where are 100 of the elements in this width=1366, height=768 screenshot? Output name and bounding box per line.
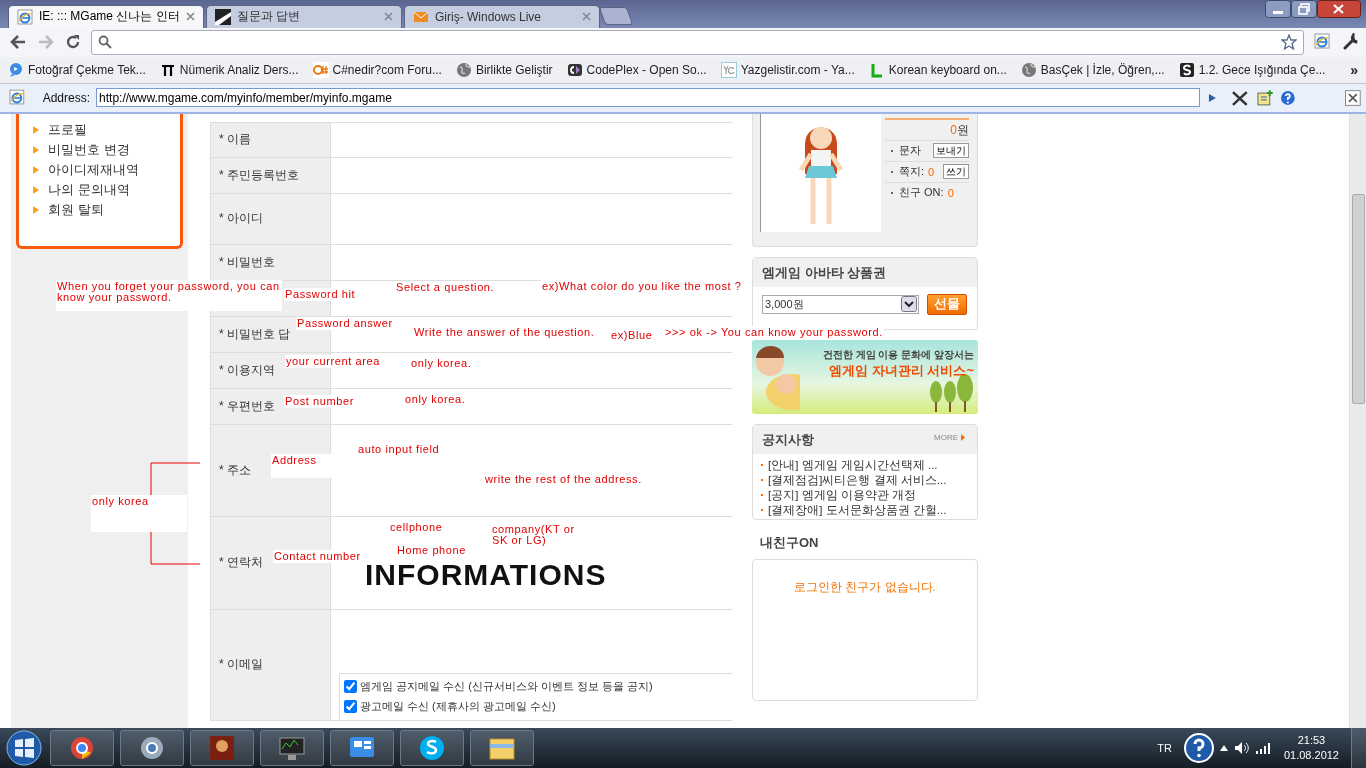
close-icon[interactable] (1345, 89, 1361, 106)
profile-label: 친구 ON: (899, 185, 944, 201)
bookmark-icon (1178, 61, 1195, 78)
close-icon[interactable] (1317, 0, 1361, 18)
annotation-note: When you forget your password, you can know your password. (56, 279, 282, 311)
bookmark[interactable]: Fotoğraf Çekme Tek... (8, 61, 146, 78)
browser-tab[interactable]: 질문과 답변 (206, 4, 402, 28)
panel-title: 공지사항 (762, 430, 814, 449)
stripe-logo-icon (215, 8, 231, 25)
scrollbar-thumb[interactable] (1352, 193, 1365, 404)
taskbar-button[interactable] (400, 730, 464, 766)
start-button-icon[interactable] (4, 728, 44, 768)
profile-label: 문자 (899, 143, 921, 159)
bookmark[interactable]: Birlikte Geliştir (455, 61, 553, 78)
bullet-icon (33, 145, 39, 154)
scrollbar[interactable] (1349, 113, 1366, 728)
menu-link[interactable]: 회원 탈퇴 (33, 199, 180, 220)
action-button[interactable]: 쓰기 (943, 164, 969, 180)
bookmark[interactable]: CodePlex - Open So... (566, 61, 707, 78)
promo-title: 엠게임 자녀관리 서비스~ (828, 361, 974, 380)
menu-link[interactable]: 나의 문의내역 (33, 179, 180, 200)
notice-link[interactable]: [결제점검]씨티은행 결제 서비스... (761, 472, 977, 488)
bookmark-icon (720, 61, 737, 78)
count: 0 (928, 165, 935, 178)
taskbar-button[interactable] (470, 730, 534, 766)
tools-icon[interactable] (1230, 88, 1250, 107)
section-title: 내친구ON (760, 533, 820, 552)
reload-icon[interactable] (65, 34, 81, 51)
bookmark-icon (312, 61, 329, 78)
help-icon[interactable] (1183, 733, 1214, 763)
notice-link[interactable]: [공지] 엠게임 이용약관 개정 (761, 487, 977, 503)
taskbar-button[interactable] (120, 730, 184, 766)
bookmark-icon (566, 61, 583, 78)
notice-link[interactable]: [안내] 엠게임 게임시간선택제 ... (761, 457, 977, 473)
signal-bars-icon[interactable] (1255, 742, 1272, 754)
field-label: * 주민등록번호 (219, 166, 299, 184)
bookmark[interactable]: 1.2. Gece Işığında Çe... (1178, 61, 1326, 78)
taskbar-button[interactable] (50, 730, 114, 766)
field-label: * 이름 (219, 131, 251, 149)
taskbar-button[interactable] (260, 730, 324, 766)
menu-link[interactable]: 비밀번호 변경 (33, 139, 180, 160)
bullet-icon (33, 185, 39, 194)
bullet-icon (33, 205, 39, 214)
bookmark-icon (455, 61, 472, 78)
browser-icon (9, 88, 27, 107)
browser-icon (17, 8, 33, 25)
browser-icon[interactable] (1314, 33, 1332, 52)
checkbox[interactable] (344, 680, 357, 694)
add-page-icon[interactable] (1255, 88, 1274, 107)
back-arrow-icon[interactable] (9, 34, 27, 51)
field-label: * 우편번호 (219, 397, 275, 415)
profile-label: 쪽지: (899, 164, 925, 180)
volume-icon[interactable] (1233, 741, 1250, 755)
panel-title: 엠게임 아바타 상품권 (753, 257, 977, 287)
tab-title: Giriş- Windows Live (435, 9, 543, 24)
empty-message: 로그인한 친구가 없습니다. (793, 579, 937, 595)
restore-icon[interactable] (1291, 0, 1317, 18)
menu-link[interactable]: 아이디제재내역 (33, 159, 180, 180)
caret-icon (961, 434, 965, 442)
bullet-icon (33, 125, 39, 134)
promo-tagline: 건전한 게임 이용 문화에 앞장서는 (821, 347, 974, 362)
checkbox[interactable] (344, 700, 357, 714)
taskbar-button[interactable] (330, 730, 394, 766)
new-tab-button[interactable] (598, 6, 634, 25)
field-label: * 비밀번호 (219, 253, 275, 271)
address-label: Address: (42, 90, 91, 105)
notice-link[interactable]: [결제장애] 도서문화상품권 간헐... (761, 502, 977, 518)
show-desktop-button[interactable] (1351, 728, 1366, 768)
star-icon[interactable] (1281, 34, 1297, 51)
bullet-icon (33, 165, 39, 174)
action-button[interactable]: 보내기 (933, 143, 969, 159)
taskbar-button[interactable] (190, 730, 254, 766)
checkbox-label: 광고메일 수신 (제휴사의 광고메일 수신) (360, 699, 556, 715)
field-label: * 이용지역 (219, 361, 275, 379)
clock[interactable]: 21:53 01.08.2012 (1283, 733, 1339, 763)
wrench-icon[interactable] (1342, 33, 1360, 52)
bookmark-icon (8, 61, 24, 78)
minimize-icon[interactable] (1265, 0, 1291, 18)
browser-tab[interactable]: IE: ::: MGame 신나는 인터 (8, 4, 204, 28)
amount-dropdown[interactable]: 3,000원 (762, 294, 919, 314)
bookmark[interactable]: Nümerik Analiz Ders... (159, 61, 299, 78)
tab-title: IE: ::: MGame 신나는 인터 (39, 8, 180, 26)
more-bookmarks-button[interactable]: » (1350, 61, 1358, 78)
checkbox-label: 엠게임 공지메일 수신 (신규서비스와 이벤트 정보 등을 공지) (360, 679, 653, 695)
menu-link[interactable]: 프로필 (33, 119, 180, 140)
field-label: * 이메일 (219, 656, 263, 674)
show-hidden-icons-icon[interactable] (1219, 745, 1228, 751)
url-field[interactable]: http://www.mgame.com/myinfo/member/myinfo.mgame (96, 88, 1201, 108)
bookmark-icon (1020, 61, 1037, 78)
currency-unit: 원 (957, 122, 969, 137)
bookmark[interactable]: Yazgelistir.com - Ya... (720, 61, 855, 78)
browser-tab[interactable]: Giriş- Windows Live (404, 4, 600, 28)
bookmark[interactable]: BasÇek | İzle, Öğren,... (1020, 61, 1165, 78)
count: 0 (947, 186, 954, 199)
bookmark[interactable]: C#nedir?com Foru... (312, 61, 442, 78)
promo-banner[interactable]: 건전한 게임 이용 문화에 앞장서는 엠게임 자녀관리 서비스~ (752, 339, 978, 414)
informations-text: INFORMATIONS (365, 557, 607, 592)
search-icon (98, 35, 112, 50)
language-indicator[interactable]: TR (1157, 742, 1172, 754)
bookmark[interactable]: Korean keyboard on... (868, 61, 1007, 78)
